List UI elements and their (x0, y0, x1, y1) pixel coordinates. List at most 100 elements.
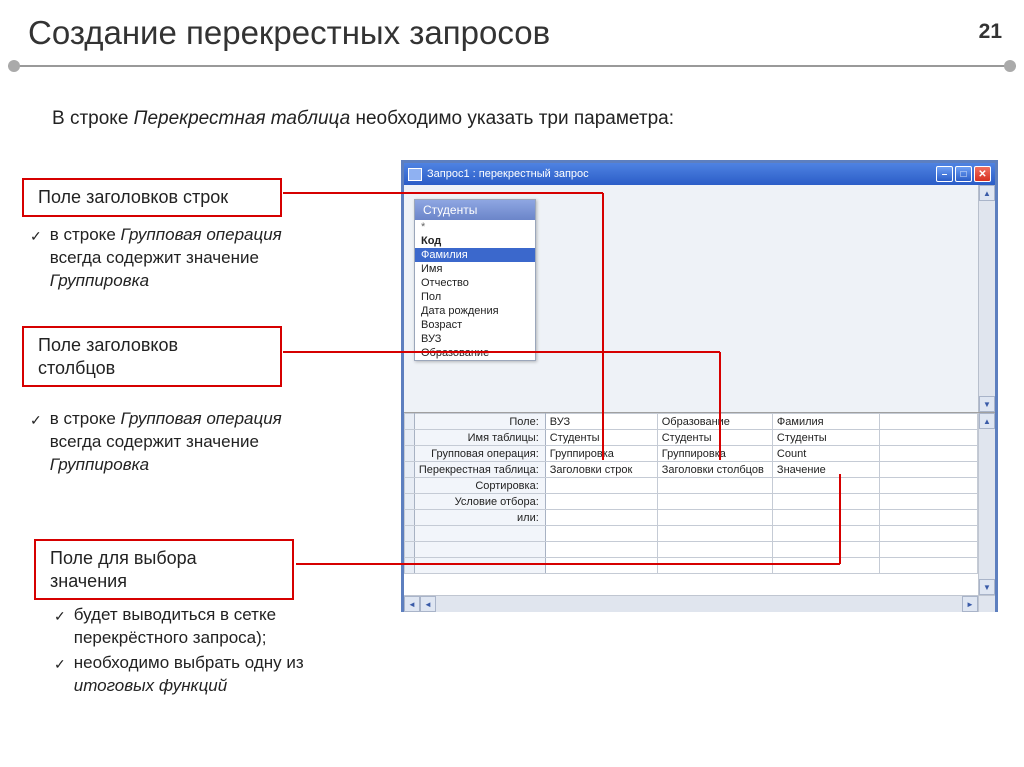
field-item[interactable]: * (415, 220, 535, 234)
tables-pane: Студенты *КодФамилияИмяОтчествоПолДата р… (404, 185, 995, 413)
grid-cell[interactable] (772, 526, 879, 542)
callout-col-headers-l2: столбцов (38, 358, 115, 378)
table-card-students[interactable]: Студенты *КодФамилияИмяОтчествоПолДата р… (414, 199, 536, 361)
grid-cell-empty[interactable] (879, 462, 977, 478)
callout-value-field: Поле для выбора значения (34, 539, 294, 600)
grid-cell[interactable]: Фамилия (772, 414, 879, 430)
callout-row-headers: Поле заголовков строк (22, 178, 282, 217)
scroll-up-icon[interactable]: ▲ (979, 413, 995, 429)
minimize-button[interactable]: – (936, 166, 953, 182)
bullet-value-notes: ✓ будет выводиться в сетке перекрёстного… (54, 604, 414, 700)
field-item[interactable]: Код (415, 234, 535, 248)
row-selector[interactable] (405, 446, 415, 462)
grid-cell[interactable] (772, 494, 879, 510)
grid-cell-empty[interactable] (879, 494, 977, 510)
check-icon: ✓ (54, 655, 66, 674)
table-card-header[interactable]: Студенты (415, 200, 535, 220)
row-selector[interactable] (405, 430, 415, 446)
grid-cell[interactable]: Студенты (772, 430, 879, 446)
grid-cell[interactable] (545, 526, 657, 542)
field-list[interactable]: *КодФамилияИмяОтчествоПолДата рожденияВо… (415, 220, 535, 360)
close-button[interactable]: ✕ (974, 166, 991, 182)
grid-cell-empty[interactable] (879, 446, 977, 462)
grid-cell[interactable]: Студенты (545, 430, 657, 446)
row-selector[interactable] (405, 542, 415, 558)
subtitle-tail: необходимо указать три параметра: (355, 108, 674, 129)
grid-cell-empty[interactable] (879, 478, 977, 494)
grid-cell[interactable] (657, 542, 772, 558)
lower-horizontal-scrollbar[interactable]: ◄ ◄ ► (404, 595, 978, 612)
grid-cell[interactable] (545, 558, 657, 574)
grid-row-label: Имя таблицы: (414, 430, 545, 446)
grid-cell[interactable] (545, 542, 657, 558)
scroll-up-icon[interactable]: ▲ (979, 185, 995, 201)
check-icon: ✓ (30, 227, 42, 246)
row-selector[interactable] (405, 494, 415, 510)
check-icon: ✓ (54, 607, 66, 626)
grid-cell[interactable] (772, 510, 879, 526)
row-selector[interactable] (405, 414, 415, 430)
field-item[interactable]: Фамилия (415, 248, 535, 262)
grid-cell[interactable] (772, 478, 879, 494)
grid-cell[interactable]: Заголовки строк (545, 462, 657, 478)
window-titlebar[interactable]: Запрос1 : перекрестный запрос – □ ✕ (404, 163, 995, 185)
grid-cell-empty[interactable] (879, 430, 977, 446)
grid-cell[interactable]: Студенты (657, 430, 772, 446)
grid-cell[interactable]: Образование (657, 414, 772, 430)
grid-cell-empty[interactable] (879, 558, 977, 574)
row-selector[interactable] (405, 510, 415, 526)
row-selector[interactable] (405, 526, 415, 542)
grid-cell[interactable] (545, 478, 657, 494)
grid-cell[interactable] (772, 542, 879, 558)
bullet-rows-note: ✓ в строке Групповая операция всегда сод… (30, 224, 370, 295)
maximize-button[interactable]: □ (955, 166, 972, 182)
scroll-down-icon[interactable]: ▼ (979, 579, 995, 595)
callout-value-l1: Поле для выбора (50, 548, 197, 568)
field-item[interactable]: Образование (415, 346, 535, 360)
callout-value-l2: значения (50, 571, 127, 591)
field-item[interactable]: ВУЗ (415, 332, 535, 346)
lower-vertical-scrollbar[interactable]: ▲ ▼ (978, 413, 995, 595)
app-icon (408, 168, 422, 181)
grid-cell-empty[interactable] (879, 526, 977, 542)
upper-vertical-scrollbar[interactable]: ▲ ▼ (978, 185, 995, 412)
grid-cell[interactable] (657, 526, 772, 542)
grid-cell-empty[interactable] (879, 542, 977, 558)
grid-cell[interactable] (545, 510, 657, 526)
grid-cell[interactable]: Заголовки столбцов (657, 462, 772, 478)
grid-row-label (414, 558, 545, 574)
grid-cell[interactable] (657, 510, 772, 526)
field-item[interactable]: Возраст (415, 318, 535, 332)
grid-row-label: Групповая операция: (414, 446, 545, 462)
grid-cell[interactable]: Группировка (545, 446, 657, 462)
grid-cell[interactable] (772, 558, 879, 574)
scroll-right-icon[interactable]: ► (962, 596, 978, 612)
scroll-corner (978, 595, 995, 612)
field-item[interactable]: Отчество (415, 276, 535, 290)
window-title-text: Запрос1 : перекрестный запрос (427, 168, 589, 180)
grid-cell[interactable] (657, 478, 772, 494)
grid-row-label: Условие отбора: (414, 494, 545, 510)
row-selector[interactable] (405, 462, 415, 478)
grid-cell[interactable] (657, 558, 772, 574)
grid-cell[interactable]: Группировка (657, 446, 772, 462)
grid-cell-empty[interactable] (879, 414, 977, 430)
row-selector[interactable] (405, 558, 415, 574)
grid-cell[interactable]: Значение (772, 462, 879, 478)
grid-row-label: или: (414, 510, 545, 526)
scroll-step-icon[interactable]: ◄ (420, 596, 436, 612)
scroll-down-icon[interactable]: ▼ (979, 396, 995, 412)
scroll-left-icon[interactable]: ◄ (404, 596, 420, 612)
field-item[interactable]: Дата рождения (415, 304, 535, 318)
row-selector[interactable] (405, 478, 415, 494)
field-item[interactable]: Имя (415, 262, 535, 276)
design-grid[interactable]: Поле:ВУЗОбразованиеФамилияИмя таблицы:Ст… (404, 413, 978, 574)
field-item[interactable]: Пол (415, 290, 535, 304)
grid-cell[interactable] (545, 494, 657, 510)
bullet-text: в строке Групповая операция всегда содер… (50, 408, 282, 477)
grid-cell[interactable]: Count (772, 446, 879, 462)
grid-cell-empty[interactable] (879, 510, 977, 526)
grid-cell[interactable] (657, 494, 772, 510)
callout-row-headers-text: Поле заголовков строк (38, 187, 228, 207)
grid-cell[interactable]: ВУЗ (545, 414, 657, 430)
